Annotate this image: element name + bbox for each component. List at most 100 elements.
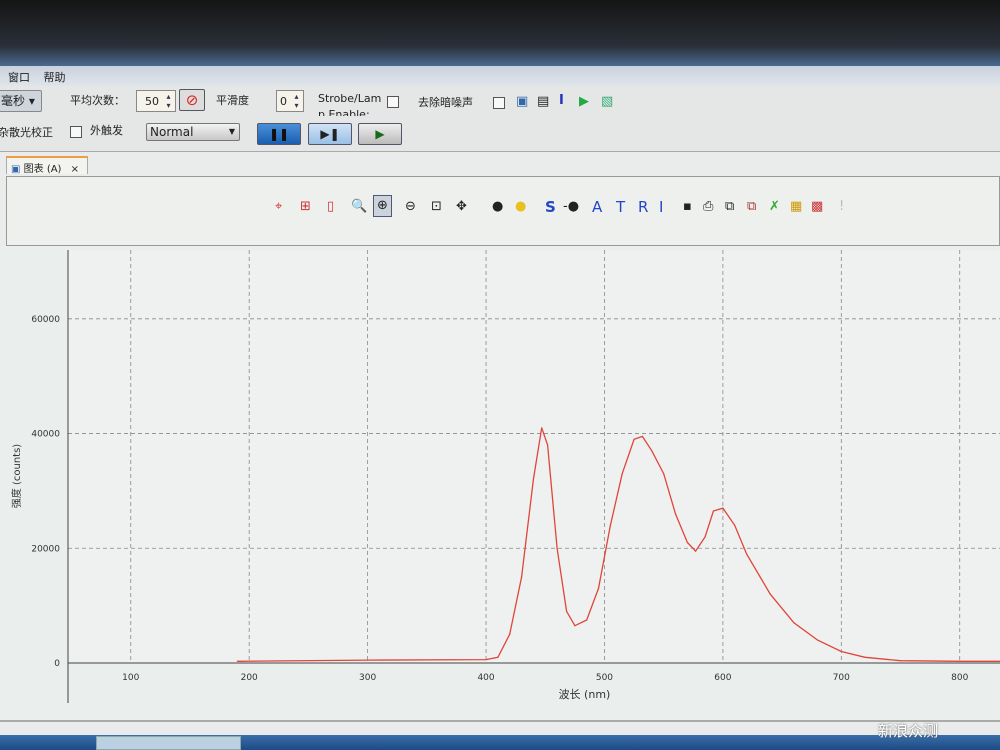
spectrum-chart[interactable]: 100 200 300 400 500 600 700 800 0 20000 40000 60000… [0, 246, 1000, 722]
spectrum-point [793, 622, 795, 624]
graph-icon[interactable]: ▣ [516, 94, 528, 110]
plot-area [68, 250, 1000, 663]
fit-curve-icon[interactable]: ✗ [769, 199, 780, 215]
stray-light-checkbox[interactable] [70, 126, 82, 138]
time-unit-select[interactable]: 毫秒 ▾ [0, 90, 42, 112]
strobe-label-2: p Enable: [318, 108, 370, 116]
spectrum-point [722, 507, 724, 509]
zoom-out-icon[interactable]: ⊖ [405, 199, 416, 215]
chart-tab-icon: ▣ [11, 164, 21, 175]
menu-window[interactable]: 窗口 [8, 71, 30, 84]
dark-bulb-icon[interactable]: ● [492, 199, 503, 215]
x-tick-label: 200 [241, 673, 258, 683]
spectrum-point [734, 524, 736, 526]
x-tick-label: 800 [951, 673, 968, 683]
mode-a[interactable]: A [592, 199, 602, 215]
mode-t[interactable]: T [616, 199, 625, 215]
spectrum-point [864, 656, 866, 658]
tab-close-icon[interactable]: × [71, 164, 79, 175]
vertical-zoom-icon[interactable]: ▯ [327, 199, 334, 215]
x-tick-label: 700 [833, 673, 850, 683]
mode-r[interactable]: R [638, 199, 648, 215]
spectrum-point [817, 639, 819, 641]
chart-toolbar: ⌖ ⊞ ▯ 🔍 ⊕ ⊖ ⊡ ✥ ● ● S -● A T R I ▪ ⎙ ⧉ ⧉… [6, 176, 1000, 246]
copy-icon[interactable]: ⧉ [725, 199, 734, 215]
spectrum-point [840, 650, 842, 653]
y-axis-label: 强度 (counts) [10, 444, 23, 509]
light-bulb-icon[interactable]: ● [515, 199, 526, 215]
menu-help[interactable]: 帮助 [44, 71, 66, 84]
spectrum-point [899, 660, 902, 662]
mode-i[interactable]: I [659, 199, 663, 215]
table-icon[interactable]: ▤ [537, 94, 549, 110]
pause-button[interactable]: ❚❚ [257, 123, 301, 145]
crosshair-icon[interactable]: ⌖ [275, 199, 282, 215]
dark-noise-checkbox[interactable] [493, 97, 505, 109]
spectrum-point [704, 536, 706, 538]
clear-icon[interactable]: ▩ [811, 199, 823, 215]
spectrum-point [745, 553, 748, 555]
spectrum-point [959, 660, 961, 662]
tab-label: 图表 (A) [23, 164, 62, 175]
avg-label: 平均次数： [70, 94, 125, 107]
avg-count-spinner[interactable]: 50 [136, 90, 176, 112]
spectrum-point [597, 587, 600, 590]
export-icon[interactable]: ▦ [790, 199, 802, 215]
print-icon[interactable]: ⎙ [703, 199, 713, 215]
zoom-fit-icon[interactable]: 🔍 [351, 199, 367, 215]
menu-bar: 窗口 帮助 [0, 66, 1000, 86]
spectrum-point [497, 656, 499, 658]
screen-bezel [0, 0, 1000, 66]
spectrum-point [641, 435, 643, 438]
strobe-checkbox[interactable] [387, 96, 399, 108]
smooth-spinner[interactable]: 0 [276, 90, 304, 112]
spectrum-point [609, 524, 611, 526]
y-tick-label: 0 [54, 659, 60, 669]
zoom-reset-icon[interactable]: ⊡ [431, 199, 442, 215]
spectrum-point [485, 658, 487, 661]
spectrum-point [574, 625, 576, 627]
play-button[interactable]: ▶ [358, 123, 402, 145]
x-tick-label: 600 [714, 673, 731, 683]
mode-s[interactable]: S [545, 199, 556, 215]
watermark: 新浪众测 [878, 722, 939, 740]
info-icon: ! [839, 199, 845, 214]
spectrum-panel: 100 200 300 400 500 600 700 800 0 20000 40000 60000… [0, 246, 1000, 722]
text-cursor-icon[interactable]: I [559, 93, 564, 109]
spectrum-point [586, 619, 588, 621]
smooth-label: 平滑度 [216, 94, 249, 107]
spectrum-point [541, 427, 543, 429]
save-icon[interactable]: ▪ [683, 199, 692, 215]
spectrum-point [367, 659, 369, 661]
grid-zoom-icon[interactable]: ⊞ [300, 199, 311, 215]
time-unit-value: 毫秒 [1, 94, 26, 108]
spectrum-point [695, 550, 697, 552]
chart-image-icon[interactable]: ▧ [601, 94, 613, 110]
spectrum-point [565, 610, 568, 612]
color-icon[interactable]: ▶ [579, 94, 589, 110]
zoom-in-icon[interactable]: ⊕ [373, 195, 392, 217]
spectrum-point [663, 473, 665, 475]
taskbar-app-button[interactable] [96, 736, 241, 750]
reference-bulb-icon[interactable]: -● [563, 199, 579, 215]
trigger-mode-select[interactable]: Normal ▼ [146, 123, 240, 141]
taskbar [0, 735, 1000, 750]
spectrum-point [532, 478, 535, 481]
stop-icon[interactable]: ⊘ [179, 89, 205, 111]
pan-icon[interactable]: ✥ [456, 199, 467, 215]
tab-chart-a[interactable]: ▣ 图表 (A) × [6, 156, 88, 175]
x-tick-label: 300 [359, 673, 376, 683]
ext-trigger-label: 外触发 [90, 124, 123, 137]
stray-light-label: 杂散光校正 [0, 126, 53, 139]
spectrum-point [633, 438, 635, 440]
spectrum-point [674, 513, 677, 515]
spectrum-point [712, 510, 715, 512]
trigger-mode-value: Normal [150, 125, 194, 139]
copy-image-icon[interactable]: ⧉ [747, 199, 756, 215]
step-button[interactable]: ▶❚ [308, 123, 352, 145]
y-tick-label: 40000 [31, 430, 60, 440]
x-tick-label: 100 [122, 673, 139, 683]
x-axis-label: 波长 (nm) [559, 688, 611, 701]
strobe-label: Strobe/Lam [318, 92, 382, 105]
spectrum-point [520, 576, 523, 578]
